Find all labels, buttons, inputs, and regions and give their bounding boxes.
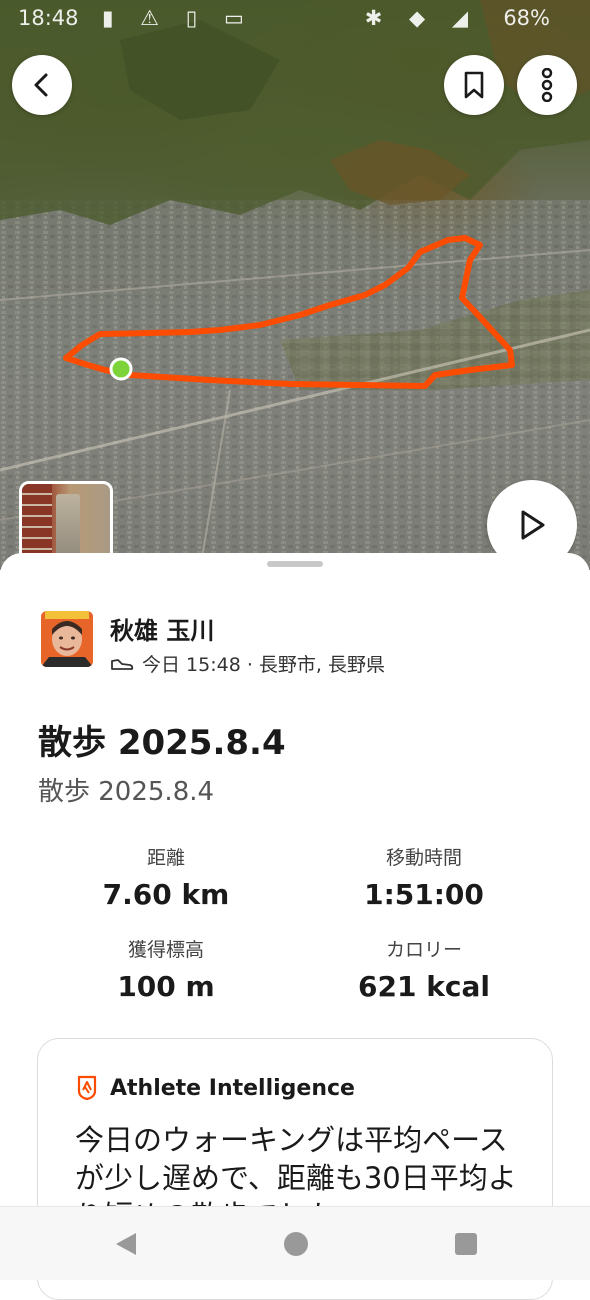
activity-detail-sheet: 秋雄 玉川 今日 15:48 · 長野市, 長野県 散歩 2025.8.4 散歩…: [0, 553, 590, 1300]
athlete-intelligence-header: Athlete Intelligence: [76, 1075, 355, 1101]
back-button[interactable]: [12, 55, 72, 115]
start-marker: [109, 357, 133, 381]
stat-elevation-label: 獲得標高: [127, 939, 204, 961]
connectivity-icons: ✱ ◆ ◢: [364, 6, 478, 30]
stat-distance-label: 距離: [146, 847, 185, 869]
athlete-intelligence-icon: [77, 1075, 97, 1101]
nav-recents-button[interactable]: [451, 1229, 481, 1259]
shoe-icon: [111, 658, 134, 670]
circle-home-icon: [284, 1232, 308, 1256]
triangle-back-icon: [116, 1233, 136, 1255]
nav-home-button[interactable]: [281, 1229, 311, 1259]
play-icon: [521, 510, 545, 540]
drag-handle[interactable]: [267, 561, 323, 567]
more-vertical-icon: [541, 68, 553, 102]
stat-elevation: 獲得標高 100 m: [36, 935, 296, 1003]
stat-elevation-value: 100 m: [117, 970, 215, 1003]
square-recents-icon: [455, 1233, 477, 1255]
athlete-intelligence-title: Athlete Intelligence: [110, 1075, 355, 1101]
stat-distance: 距離 7.60 km: [36, 843, 296, 911]
nav-back-button[interactable]: [111, 1229, 141, 1259]
stat-moving-time: 移動時間 1:51:00: [294, 843, 554, 911]
status-time: 18:48: [18, 6, 79, 30]
battery-level: 68%: [503, 6, 550, 30]
photo-stone-monument: [56, 494, 80, 562]
system-nav-bar: [0, 1206, 590, 1280]
stat-calories: カロリー 621 kcal: [294, 935, 554, 1003]
activity-meta: 今日 15:48 · 長野市, 長野県: [110, 650, 385, 677]
bookmark-icon: [464, 71, 484, 99]
activity-description: 散歩 2025.8.4: [38, 777, 215, 807]
more-options-button[interactable]: [517, 55, 577, 115]
route-map[interactable]: 18:48 ▮ ⚠ ▯ ▭ ✱ ◆ ◢ 68%: [0, 0, 590, 570]
activity-meta-text: 今日 15:48 · 長野市, 長野県: [142, 654, 385, 676]
avatar[interactable]: [41, 611, 93, 667]
bookmark-button[interactable]: [444, 55, 504, 115]
activity-title: 散歩 2025.8.4: [38, 723, 286, 763]
stat-distance-value: 7.60 km: [102, 878, 230, 911]
chevron-left-icon: [34, 73, 48, 97]
stat-calories-label: カロリー: [385, 939, 462, 961]
stat-moving-time-label: 移動時間: [385, 847, 462, 869]
athlete-name[interactable]: 秋雄 玉川: [110, 611, 214, 646]
stat-moving-time-value: 1:51:00: [364, 878, 484, 911]
stat-calories-value: 621 kcal: [358, 970, 490, 1003]
notification-icons: ▮ ⚠ ▯ ▭: [102, 6, 254, 30]
status-bar: 18:48 ▮ ⚠ ▯ ▭ ✱ ◆ ◢ 68%: [0, 0, 590, 36]
